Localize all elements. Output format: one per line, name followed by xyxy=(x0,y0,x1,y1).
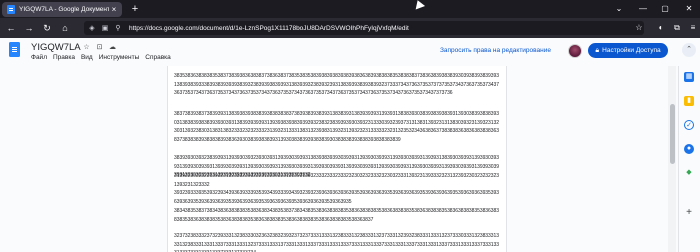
app-menu-icon[interactable]: ≡ xyxy=(686,21,700,35)
paragraph: 3835383638383835383738393836383837383638… xyxy=(174,73,499,96)
browser-tabbar: YIGQW7LA - Google Документ × + ⌄ — ▢ ✕ xyxy=(0,0,700,18)
menu-tools[interactable]: Инструменты xyxy=(99,54,140,61)
bookmark-star-icon[interactable]: ☆ xyxy=(632,21,646,35)
menu-edit[interactable]: Правка xyxy=(53,54,75,61)
scrollbar-thumb[interactable] xyxy=(670,104,675,164)
google-docs-favicon-icon xyxy=(7,5,15,14)
request-edit-access-link[interactable]: Запросить права на редактирование xyxy=(440,47,551,54)
cloud-status-icon[interactable]: ☁ xyxy=(108,43,117,52)
share-settings-label: Настройки Доступа xyxy=(602,47,661,54)
side-panel-rail xyxy=(678,66,700,252)
pocket-icon[interactable]: ◐ xyxy=(654,21,668,35)
menu-file[interactable]: Файл xyxy=(31,54,47,61)
extensions-icon[interactable]: ⧉ xyxy=(670,21,684,35)
paragraph: 3837383938373839393138393839383839383838… xyxy=(174,111,499,143)
contacts-icon[interactable]: ● xyxy=(684,144,694,154)
permissions-icon[interactable]: ⚲ xyxy=(113,24,123,32)
paragraph: 3237323833323732393331323833303236323832… xyxy=(174,233,499,252)
reload-icon[interactable]: ↻ xyxy=(40,21,54,35)
paragraph: 3932393339353932393439363933393539343933… xyxy=(174,190,499,205)
docs-menubar: Файл Правка Вид Инструменты Справка xyxy=(31,54,171,61)
maps-icon[interactable]: ◆ xyxy=(684,168,694,178)
share-settings-button[interactable]: 🔒︎ Настройки Доступа xyxy=(588,43,668,58)
paragraph: 3834383538373834383638383835383638343835… xyxy=(174,208,499,223)
document-canvas: 3835383638383835383738393836383837383638… xyxy=(0,66,668,252)
minimize-window-icon[interactable]: — xyxy=(634,2,652,16)
home-icon[interactable]: ⌂ xyxy=(58,21,72,35)
star-icon[interactable]: ☆ xyxy=(82,43,91,52)
address-bar[interactable]: ◈ ▣ ⚲ https://docs.google.com/document/d… xyxy=(84,21,644,35)
avatar[interactable] xyxy=(568,44,582,58)
tasks-icon[interactable]: ✓ xyxy=(684,120,694,130)
document-title[interactable]: YIGQW7LA xyxy=(31,42,81,53)
docs-header: YIGQW7LA ☆ ⊡ ☁ Файл Правка Вид Инструмен… xyxy=(0,38,700,66)
browser-navbar: ← → ↻ ⌂ ◈ ▣ ⚲ https://docs.google.com/do… xyxy=(0,18,700,38)
close-window-icon[interactable]: ✕ xyxy=(680,2,698,16)
add-icon[interactable]: + xyxy=(684,208,694,218)
keep-icon[interactable]: ▮ xyxy=(684,96,694,106)
mouse-cursor-icon xyxy=(412,0,426,10)
google-docs-logo-icon[interactable] xyxy=(9,42,20,57)
document-page[interactable]: 3835383638383835383738393836383837383638… xyxy=(167,66,507,252)
menu-view[interactable]: Вид xyxy=(81,54,93,61)
shield-icon[interactable]: ◈ xyxy=(87,24,97,32)
lock-icon: 🔒︎ xyxy=(595,46,600,54)
maximize-window-icon[interactable]: ▢ xyxy=(656,2,674,16)
list-all-tabs-icon[interactable]: ⌄ xyxy=(610,2,628,16)
title-actions: ☆ ⊡ ☁ xyxy=(82,43,117,52)
browser-tab[interactable]: YIGQW7LA - Google Документ × xyxy=(2,2,122,17)
url-text[interactable]: https://docs.google.com/document/d/1e-Lz… xyxy=(129,25,409,32)
forward-icon[interactable]: → xyxy=(22,21,36,35)
menu-help[interactable]: Справка xyxy=(145,54,171,61)
expand-header-icon[interactable]: ⌃ xyxy=(682,43,696,57)
lock-icon[interactable]: ▣ xyxy=(100,24,110,32)
calendar-icon[interactable]: ▦ xyxy=(684,72,694,82)
back-icon[interactable]: ← xyxy=(4,21,18,35)
paragraph: 3139323032323139323132333230323231323032… xyxy=(174,173,499,188)
tab-close-icon[interactable]: × xyxy=(109,5,119,14)
move-to-folder-icon[interactable]: ⊡ xyxy=(95,43,104,52)
tab-title: YIGQW7LA - Google Документ xyxy=(19,6,109,13)
new-tab-button[interactable]: + xyxy=(128,2,142,16)
